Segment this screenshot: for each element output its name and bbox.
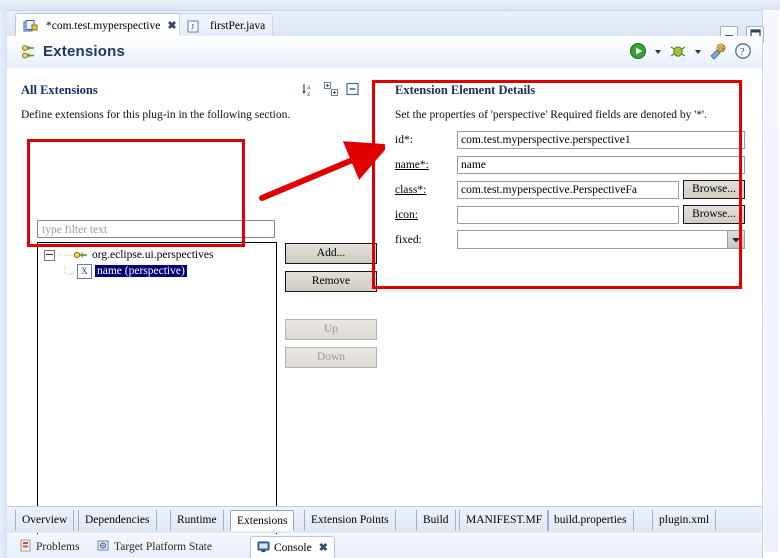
close-icon[interactable]: ✖	[319, 541, 328, 554]
tree-line	[58, 250, 72, 260]
up-button[interactable]: Up	[285, 319, 377, 340]
tab-dependencies[interactable]: Dependencies	[78, 510, 157, 531]
editor-tab-bar: *com.test.myperspective ✖ J firstPer.jav…	[7, 11, 764, 43]
debug-icon[interactable]	[669, 42, 687, 60]
sort-az-icon[interactable]: a z	[301, 81, 317, 98]
add-button[interactable]: Add...	[285, 243, 377, 264]
tree-item-extension-point[interactable]: org.eclipse.ui.perspectives	[38, 247, 276, 263]
field-row-class: class*: com.test.myperspective.Perspecti…	[395, 180, 745, 199]
view-tab-bar: Problems Target Platform State Console ✖	[7, 534, 762, 558]
icon-label-link[interactable]: icon:	[395, 209, 457, 221]
section-toolbar: a z	[301, 81, 361, 98]
page-tab-bar: Overview Dependencies Runtime Extensions…	[7, 506, 762, 533]
window-right-panel-strip	[764, 12, 778, 552]
xml-element-icon: X	[77, 263, 92, 279]
run-icon[interactable]	[629, 42, 647, 60]
tab-overview[interactable]: Overview	[15, 510, 75, 531]
field-row-fixed: fixed:	[395, 230, 745, 249]
name-input[interactable]: name	[457, 155, 745, 174]
tree-item-label: name (perspective)	[95, 265, 187, 277]
view-tab-label: Problems	[36, 540, 80, 553]
editor-tab-java-file[interactable]: J firstPer.java	[179, 13, 274, 37]
help-icon[interactable]: ?	[734, 42, 752, 60]
id-input[interactable]: com.test.myperspective.perspective1	[457, 130, 745, 149]
view-tab-problems[interactable]: Problems	[13, 536, 85, 557]
expand-all-icon[interactable]	[323, 81, 339, 97]
tab-extension-points[interactable]: Extension Points	[304, 510, 396, 531]
tree-line	[62, 266, 76, 276]
tree-item-label: org.eclipse.ui.perspectives	[92, 249, 214, 261]
form-toolbar: 05 ?	[629, 42, 752, 60]
extension-element-details-section: Extension Element Details Set the proper…	[395, 83, 745, 249]
page-title: Extensions	[43, 43, 126, 60]
field-row-icon: icon: Browse...	[395, 205, 745, 224]
fixed-combo[interactable]	[457, 230, 745, 249]
editor-tab-label: *com.test.myperspective	[46, 19, 161, 32]
window-left-chrome	[0, 10, 7, 558]
id-label: id*:	[395, 133, 413, 146]
class-browse-button[interactable]: Browse...	[683, 180, 745, 199]
tab-runtime[interactable]: Runtime	[170, 510, 224, 531]
editor-tab-label: firstPer.java	[210, 19, 266, 32]
editor-tab-plugin-manifest[interactable]: *com.test.myperspective ✖	[15, 13, 185, 38]
tab-build-properties[interactable]: build.properties	[547, 510, 634, 531]
debug-dropdown-icon[interactable]	[694, 42, 702, 60]
field-row-name: name*: name	[395, 155, 745, 174]
tab-manifest-mf[interactable]: MANIFEST.MF	[459, 510, 550, 531]
icon-browse-button[interactable]: Browse...	[683, 205, 745, 224]
name-label-link[interactable]: name*:	[395, 159, 457, 171]
tab-plugin-xml[interactable]: plugin.xml	[652, 510, 717, 531]
extension-actions: Add... Remove Up Down	[285, 243, 377, 375]
remove-button[interactable]: Remove	[285, 271, 377, 292]
java-file-icon: J	[187, 20, 202, 32]
all-extensions-section: All Extensions a z Define extensions for…	[21, 81, 381, 122]
svg-text:?: ?	[740, 46, 745, 58]
target-platform-icon	[97, 539, 110, 555]
details-description: Set the properties of 'perspective' Requ…	[395, 109, 707, 121]
external-tools-icon[interactable]: 05	[709, 42, 727, 60]
details-title: Extension Element Details	[395, 83, 536, 97]
form-header: Extensions 05 ?	[7, 36, 762, 69]
section-description: Define extensions for this plug-in in th…	[21, 109, 291, 121]
tab-extensions[interactable]: Extensions	[230, 510, 295, 531]
field-row-id: id*: com.test.myperspective.perspective1	[395, 130, 745, 149]
filter-input[interactable]: type filter text	[37, 220, 275, 238]
view-tab-label: Target Platform State	[114, 540, 212, 553]
tab-build[interactable]: Build	[416, 510, 456, 531]
close-icon[interactable]: ✖	[167, 19, 176, 32]
class-label-link[interactable]: class*:	[395, 184, 457, 196]
svg-text:z: z	[307, 89, 311, 97]
problems-icon	[19, 539, 32, 555]
collapse-twisty-icon[interactable]	[44, 249, 55, 261]
view-tab-target-platform-state[interactable]: Target Platform State	[91, 536, 218, 557]
icon-input[interactable]	[457, 205, 679, 224]
extensions-page-body: All Extensions a z Define extensions for…	[7, 68, 762, 554]
extensions-icon	[20, 43, 38, 66]
extension-point-icon	[73, 249, 88, 261]
chevron-down-icon[interactable]	[727, 231, 744, 248]
down-button[interactable]: Down	[285, 347, 377, 368]
class-input[interactable]: com.test.myperspective.PerspectiveFa	[457, 180, 679, 199]
view-tab-console[interactable]: Console ✖	[250, 536, 335, 558]
svg-text:J: J	[191, 22, 194, 31]
console-icon	[257, 540, 270, 556]
eclipse-window: *com.test.myperspective ✖ J firstPer.jav…	[0, 0, 780, 558]
window-top-chrome	[0, 0, 780, 11]
svg-text:05: 05	[719, 47, 725, 53]
run-dropdown-icon[interactable]	[654, 42, 662, 60]
view-tab-label: Console	[274, 541, 312, 554]
tree-item-perspective-element[interactable]: X name (perspective)	[38, 263, 276, 279]
plugin-manifest-icon	[23, 19, 38, 32]
fixed-label: fixed:	[395, 233, 422, 246]
collapse-all-icon[interactable]	[345, 81, 361, 97]
